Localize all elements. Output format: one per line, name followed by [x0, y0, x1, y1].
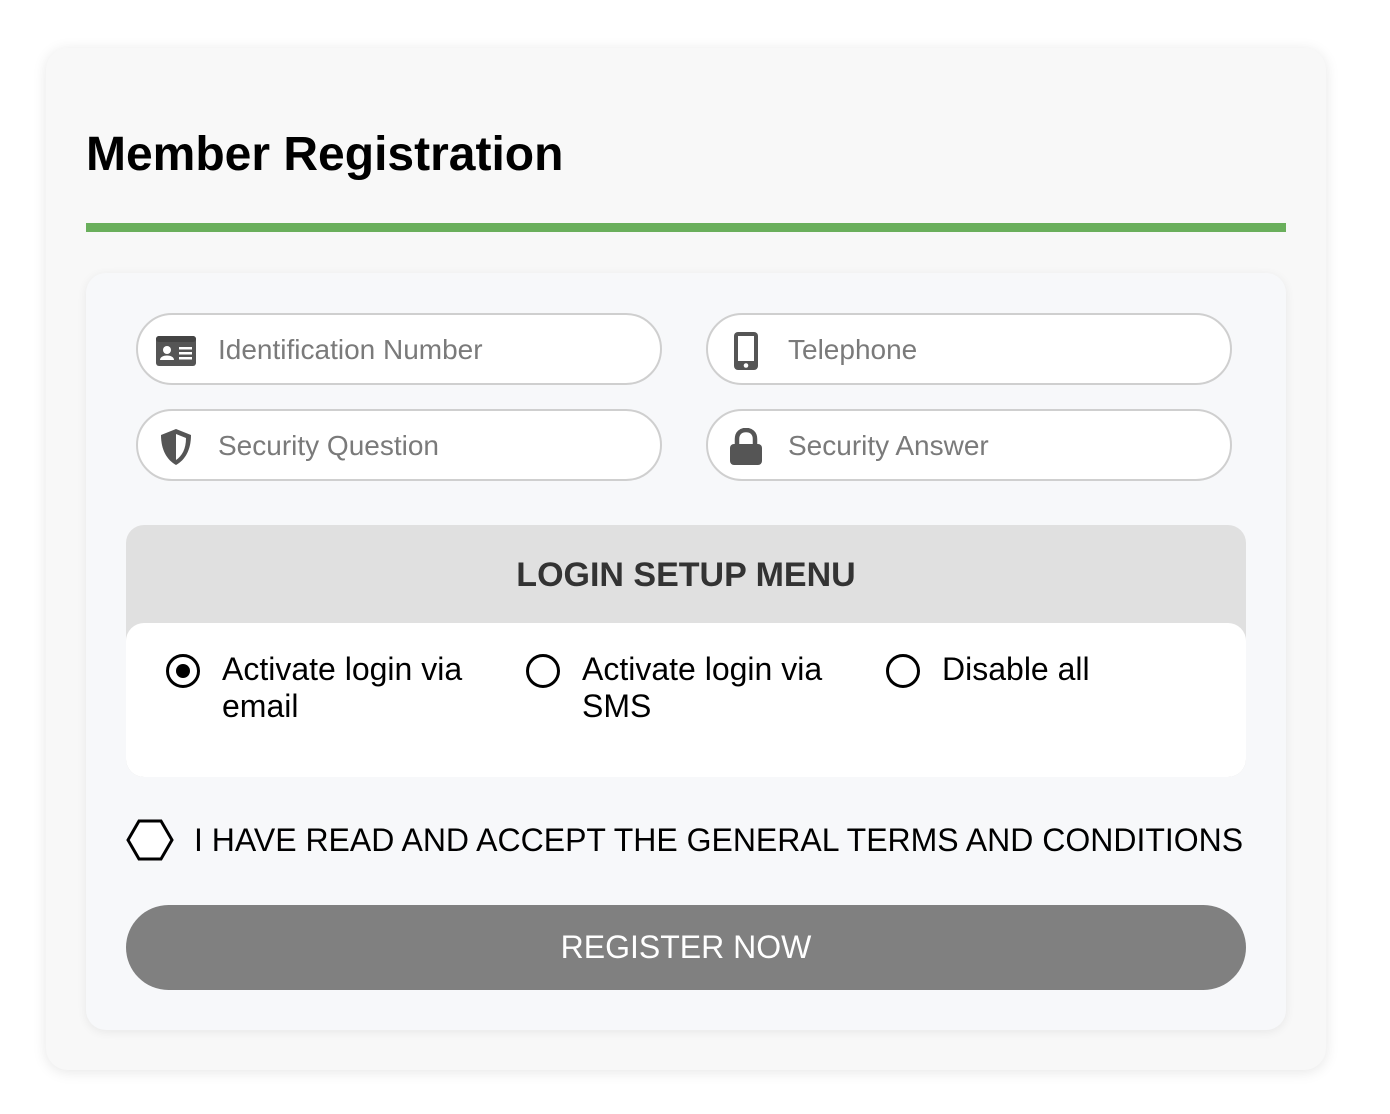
- lock-icon: [726, 427, 766, 467]
- id-card-icon: [156, 331, 196, 371]
- registration-form: LOGIN SETUP MENU Activate login via emai…: [86, 273, 1286, 1030]
- shield-icon: [156, 427, 196, 467]
- security-answer-input[interactable]: [788, 423, 1208, 469]
- page-title: Member Registration: [86, 128, 564, 181]
- email-login-label[interactable]: Activate login via email: [222, 651, 492, 725]
- security-answer-field: [706, 409, 1232, 481]
- login-setup-menu: LOGIN SETUP MENU Activate login via emai…: [126, 525, 1246, 777]
- disable-all-label[interactable]: Disable all: [942, 651, 1212, 688]
- terms-checkbox[interactable]: [126, 819, 174, 861]
- login-setup-heading: LOGIN SETUP MENU: [516, 556, 856, 594]
- telephone-input[interactable]: [788, 327, 1208, 373]
- security-question-field: [136, 409, 662, 481]
- sms-login-radio[interactable]: [526, 654, 560, 688]
- login-options: Activate login via email Activate login …: [126, 623, 1246, 777]
- title-divider: [86, 223, 1286, 232]
- mobile-phone-icon: [726, 331, 766, 371]
- registration-card: Member Registration Identification Numbe…: [46, 48, 1326, 1070]
- identification-number-input[interactable]: [218, 327, 638, 373]
- disable-all-radio[interactable]: [886, 654, 920, 688]
- terms-label[interactable]: I HAVE READ AND ACCEPT THE GENERAL TERMS…: [194, 822, 1243, 858]
- email-login-radio[interactable]: [166, 654, 200, 688]
- terms-row[interactable]: I HAVE READ AND ACCEPT THE GENERAL TERMS…: [126, 819, 1256, 863]
- security-question-input[interactable]: [218, 423, 638, 469]
- sms-login-label[interactable]: Activate login via SMS: [582, 651, 852, 725]
- telephone-field: [706, 313, 1232, 385]
- identification-number-field: [136, 313, 662, 385]
- register-now-button[interactable]: REGISTER NOW: [126, 905, 1246, 990]
